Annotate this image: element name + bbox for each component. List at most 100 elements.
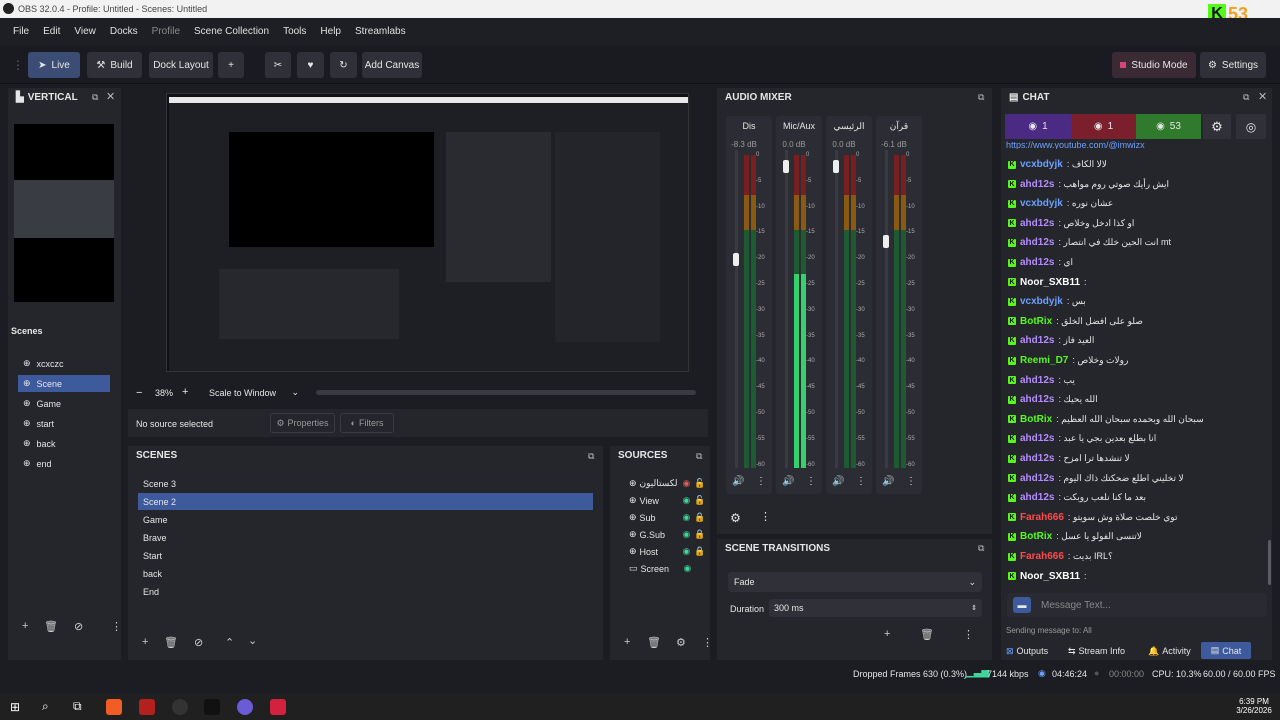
undock-icon[interactable]: ⧉ bbox=[92, 92, 98, 103]
unlock-icon[interactable]: 🔓 bbox=[694, 478, 705, 489]
scene-item[interactable]: Brave bbox=[138, 529, 593, 546]
chat-username[interactable]: BotRix bbox=[1020, 316, 1052, 327]
windows-start-icon[interactable]: ⊞ bbox=[10, 701, 22, 713]
menu-streamlabs[interactable]: Streamlabs bbox=[355, 26, 406, 37]
tab-chat[interactable]: ▤ Chat bbox=[1201, 642, 1251, 659]
scene-item[interactable]: back bbox=[138, 565, 593, 582]
filters-button[interactable]: ◐ Filters bbox=[340, 413, 394, 433]
vertical-scene-item[interactable]: ⊕ Scene bbox=[18, 375, 110, 392]
scene-item[interactable]: Game bbox=[138, 511, 593, 528]
eye-icon[interactable]: ◉ bbox=[684, 563, 692, 574]
trash-icon[interactable]: 🗑 bbox=[164, 636, 178, 649]
tab-activity[interactable]: 🔔 Activity bbox=[1148, 643, 1194, 659]
source-item[interactable]: ▭ Screen ◉ bbox=[624, 560, 708, 577]
menu-tools[interactable]: Tools bbox=[283, 26, 306, 37]
chat-username[interactable]: vcxbdyjk bbox=[1020, 159, 1063, 170]
scale-select[interactable]: Scale to Window ⌄ bbox=[204, 384, 304, 401]
lock-icon[interactable]: 🔒 bbox=[694, 546, 705, 557]
transition-select[interactable]: Fade ⌄ bbox=[728, 572, 982, 592]
source-item[interactable]: ⊕ Host ◉ 🔒 bbox=[624, 543, 708, 560]
build-mode-button[interactable]: ⚒ Build bbox=[87, 52, 142, 78]
chat-username[interactable]: ahd12s bbox=[1020, 492, 1054, 503]
source-item[interactable]: ⊕ View ◉ 🔓 bbox=[624, 492, 708, 509]
duration-input[interactable]: 300 ms ⇕ bbox=[769, 599, 982, 617]
speaker-icon[interactable]: 🔊 bbox=[732, 476, 744, 487]
speaker-icon[interactable]: 🔊 bbox=[782, 476, 794, 487]
source-item[interactable]: ⊕ لكستاليون ◉ 🔓 bbox=[624, 475, 708, 492]
chat-input[interactable]: ▬ Message Text... bbox=[1007, 593, 1267, 617]
tab-stream-info[interactable]: ⇆ Stream Info bbox=[1068, 643, 1136, 659]
source-item[interactable]: ⊕ G.Sub ◉ 🔒 bbox=[624, 526, 708, 543]
chat-username[interactable]: BotRix bbox=[1020, 414, 1052, 425]
speaker-icon[interactable]: 🔊 bbox=[882, 476, 894, 487]
undock-icon[interactable]: ⧉ bbox=[1243, 92, 1249, 103]
more-icon[interactable]: ⋮ bbox=[111, 620, 122, 633]
more-icon[interactable]: ⋮ bbox=[963, 628, 974, 641]
menu-file[interactable]: File bbox=[13, 26, 29, 37]
chat-username[interactable]: ahd12s bbox=[1020, 179, 1054, 190]
menu-help[interactable]: Help bbox=[320, 26, 341, 37]
chat-popout-button[interactable]: ◎ bbox=[1236, 114, 1266, 139]
menu-edit[interactable]: Edit bbox=[43, 26, 60, 37]
eye-icon[interactable]: ◉ bbox=[683, 546, 691, 557]
task-view-icon[interactable]: ⧉ bbox=[73, 699, 82, 714]
chat-username[interactable]: vcxbdyjk bbox=[1020, 198, 1063, 209]
vertical-scene-item[interactable]: ⊕ xcxczc bbox=[18, 355, 110, 372]
search-icon[interactable]: ⌕ bbox=[42, 699, 49, 714]
filter-icon[interactable]: ⊘ bbox=[74, 620, 83, 633]
source-item[interactable]: ⊕ Sub ◉ 🔒 bbox=[624, 509, 708, 526]
volume-fader[interactable] bbox=[883, 235, 889, 248]
volume-fader[interactable] bbox=[833, 160, 839, 173]
chat-username[interactable]: BotRix bbox=[1020, 531, 1052, 542]
chat-username[interactable]: Noor_SXB11 bbox=[1020, 277, 1080, 288]
undock-icon[interactable]: ⧉ bbox=[978, 543, 984, 554]
more-icon[interactable]: ⋮ bbox=[856, 476, 866, 487]
gear-icon[interactable]: ⚙ bbox=[676, 636, 686, 649]
preview-scrollbar[interactable] bbox=[316, 390, 696, 395]
chat-username[interactable]: ahd12s bbox=[1020, 433, 1054, 444]
properties-button[interactable]: ⚙ Properties bbox=[270, 413, 335, 433]
trash-icon[interactable]: 🗑 bbox=[647, 636, 661, 649]
chat-scrollbar[interactable] bbox=[1268, 540, 1271, 585]
app-red-icon[interactable] bbox=[139, 699, 155, 715]
menu-scene-collection[interactable]: Scene Collection bbox=[194, 26, 269, 37]
trash-icon[interactable]: 🗑 bbox=[920, 628, 934, 641]
add-button[interactable]: + bbox=[218, 52, 244, 78]
adobe-icon[interactable] bbox=[270, 699, 286, 715]
brave-browser-icon[interactable] bbox=[106, 699, 122, 715]
obs-icon[interactable] bbox=[172, 699, 188, 715]
zoom-minus-button[interactable]: − bbox=[136, 387, 142, 399]
vertical-scene-item[interactable]: ⊕ start bbox=[18, 415, 110, 432]
scene-item[interactable]: End bbox=[138, 583, 593, 600]
volume-fader[interactable] bbox=[783, 160, 789, 173]
lock-icon[interactable]: 🔒 bbox=[694, 512, 705, 523]
menu-docks[interactable]: Docks bbox=[110, 26, 138, 37]
favorite-button[interactable]: ♥ bbox=[297, 52, 324, 78]
chat-username[interactable]: vcxbdyjk bbox=[1020, 296, 1063, 307]
add-scene-icon[interactable]: + bbox=[142, 636, 148, 648]
undock-icon[interactable]: ⧉ bbox=[588, 451, 594, 462]
chat-username[interactable]: ahd12s bbox=[1020, 237, 1054, 248]
menu-profile[interactable]: Profile bbox=[152, 26, 180, 37]
filter-icon[interactable]: ⊘ bbox=[194, 636, 203, 649]
undock-icon[interactable]: ⧉ bbox=[978, 92, 984, 103]
live-mode-button[interactable]: ➤ Live bbox=[28, 52, 80, 78]
move-up-icon[interactable]: ⌃ bbox=[225, 636, 234, 649]
chat-username[interactable]: Farah666 bbox=[1020, 512, 1064, 523]
chat-username[interactable]: ahd12s bbox=[1020, 473, 1054, 484]
eye-icon[interactable]: ◉ bbox=[683, 529, 691, 540]
vertical-scene-item[interactable]: ⊕ end bbox=[18, 455, 110, 472]
scene-item[interactable]: Scene 2 bbox=[138, 493, 593, 510]
chat-username[interactable]: ahd12s bbox=[1020, 394, 1054, 405]
scene-item[interactable]: Scene 3 bbox=[138, 475, 593, 492]
streamlabs-icon[interactable] bbox=[237, 699, 253, 715]
more-icon[interactable]: ⋮ bbox=[806, 476, 816, 487]
chat-settings-button[interactable]: ⚙ bbox=[1203, 114, 1231, 139]
dock-layout-button[interactable]: Dock Layout bbox=[149, 52, 213, 78]
close-icon[interactable]: ✕ bbox=[106, 90, 115, 103]
chat-username[interactable]: ahd12s bbox=[1020, 375, 1054, 386]
more-icon[interactable]: ⋮ bbox=[906, 476, 916, 487]
scene-item[interactable]: Start bbox=[138, 547, 593, 564]
volume-fader[interactable] bbox=[733, 253, 739, 266]
speaker-icon[interactable]: 🔊 bbox=[832, 476, 844, 487]
